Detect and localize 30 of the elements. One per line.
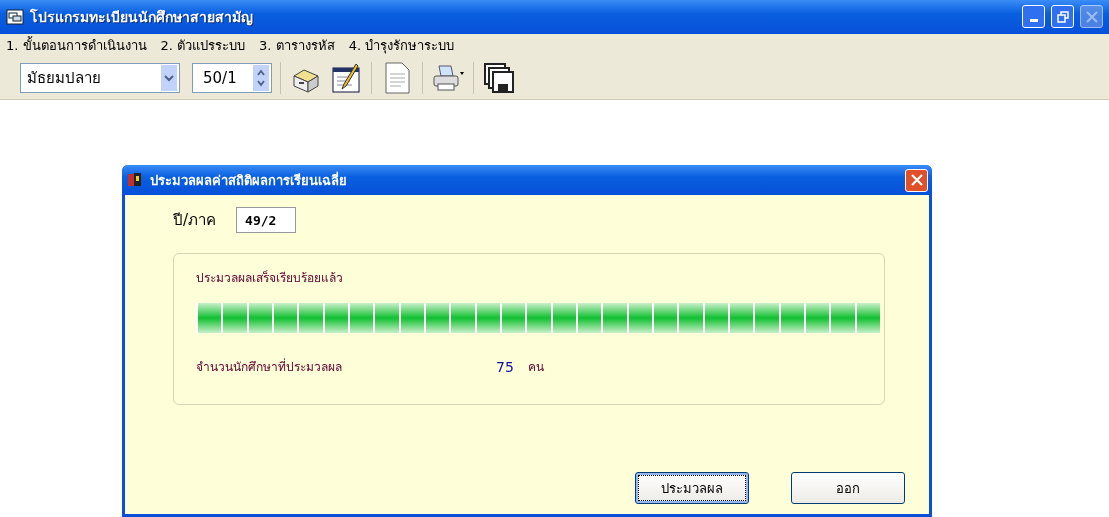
dialog-title: ประมวลผลค่าสถิติผลการเรียนเฉลี่ย bbox=[150, 170, 348, 190]
minimize-button[interactable] bbox=[1022, 5, 1045, 29]
term-field[interactable]: 49/2 bbox=[236, 207, 297, 233]
window-title: โปรแกรมทะเบียนนักศึกษาสายสามัญ bbox=[30, 7, 254, 28]
term-spinner[interactable]: 50/1 bbox=[192, 63, 272, 94]
dialog-button[interactable]: ออก bbox=[791, 472, 905, 504]
term-label: ปี/ภาค bbox=[173, 210, 217, 231]
level-dropdown[interactable]: มัธยมปลาย bbox=[20, 63, 180, 94]
menu-item[interactable]: 2. ตัวแปรระบบ bbox=[160, 35, 246, 57]
app-icon bbox=[6, 8, 24, 25]
menu-item[interactable]: 1. ขั้นตอนการดำเนินงาน bbox=[6, 35, 147, 57]
notepad-pencil-icon[interactable] bbox=[329, 61, 363, 96]
restore-button[interactable] bbox=[1051, 5, 1074, 29]
chevron-down-icon bbox=[164, 74, 174, 82]
status-text: ประมวลผลเสร็จเรียบร้อยแล้ว bbox=[196, 269, 344, 287]
close-icon bbox=[1085, 10, 1098, 23]
close-icon bbox=[910, 174, 923, 186]
count-label: จำนวนนักศึกษาที่ประมวลผล bbox=[196, 357, 343, 376]
count-value: 75 bbox=[496, 358, 514, 375]
floppy-stack-icon[interactable] bbox=[482, 61, 516, 96]
menu-item[interactable]: 3. ตารางรหัส bbox=[259, 35, 335, 57]
minimize-icon bbox=[1029, 19, 1038, 23]
menu-item[interactable]: 4. บำรุงรักษาระบบ bbox=[348, 35, 455, 57]
close-button[interactable] bbox=[1080, 5, 1103, 29]
spin-arrows-icon bbox=[256, 68, 266, 89]
count-unit: คน bbox=[527, 359, 544, 376]
close-button[interactable] bbox=[905, 168, 928, 192]
restore-icon bbox=[1056, 10, 1069, 23]
app-icon bbox=[126, 172, 144, 188]
dialog-button[interactable]: ประมวลผล bbox=[635, 472, 749, 504]
